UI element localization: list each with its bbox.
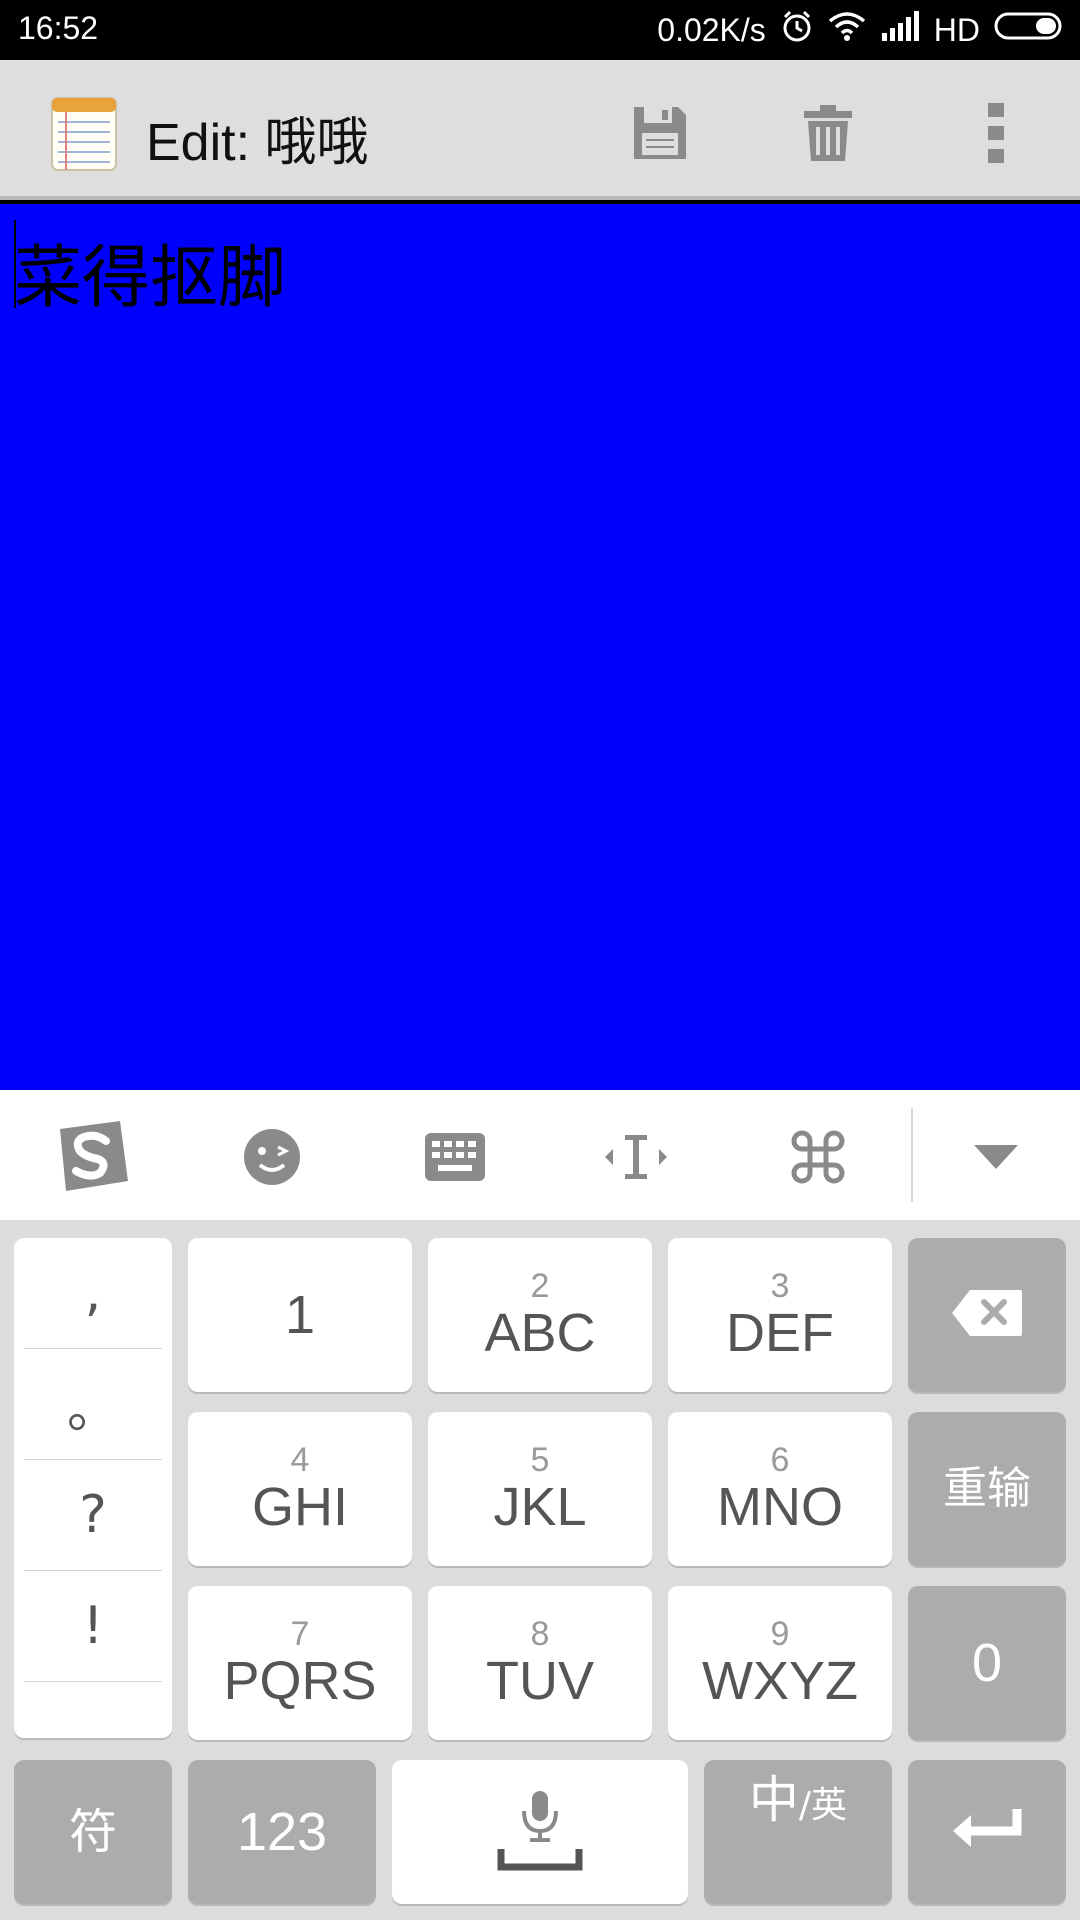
backspace-button[interactable] <box>908 1238 1066 1392</box>
alarm-icon <box>780 9 814 51</box>
t9-keyboard: , 。 ? ! 1 2 ABC 3 DEF 4 GHI 5 JKL 6 MNO … <box>0 1220 1080 1920</box>
key-6[interactable]: 6 MNO <box>668 1412 892 1566</box>
key-3[interactable]: 3 DEF <box>668 1238 892 1392</box>
reinput-button[interactable]: 重输 <box>908 1412 1066 1566</box>
punct-period-key[interactable]: 。 <box>24 1349 162 1460</box>
key-5-label: JKL <box>493 1477 587 1537</box>
hd-label: HD <box>933 11 980 48</box>
enter-icon <box>949 1805 1025 1860</box>
lang-chinese-label: 中 <box>748 1771 799 1829</box>
key-4-label: GHI <box>251 1477 348 1537</box>
key-5[interactable]: 5 JKL <box>428 1412 652 1566</box>
net-speed: 0.02K/s <box>657 11 766 48</box>
app-bar: Edit: 哦哦 <box>0 60 1080 200</box>
lang-english-label: /英 <box>798 1785 848 1826</box>
key-9-number: 9 <box>770 1615 790 1653</box>
punct-question-key[interactable]: ? <box>24 1460 162 1571</box>
symbol-label: 符 <box>68 1804 117 1860</box>
note-text[interactable]: 菜得抠脚 <box>14 222 286 321</box>
emoji-icon[interactable] <box>230 1115 314 1199</box>
key-2[interactable]: 2 ABC <box>428 1238 652 1392</box>
language-toggle-button[interactable]: 中 /英 <box>704 1760 892 1904</box>
punct-exclaim-key[interactable]: ! <box>24 1571 162 1682</box>
save-icon <box>630 103 690 167</box>
keyboard-icon[interactable] <box>413 1115 497 1199</box>
toolbar-divider <box>911 1108 913 1202</box>
voice-space-button[interactable] <box>392 1760 688 1904</box>
key-8-number: 8 <box>530 1615 550 1653</box>
key-3-number: 3 <box>770 1267 790 1305</box>
save-button[interactable] <box>620 95 700 175</box>
symbol-button[interactable]: 符 <box>14 1760 172 1904</box>
note-editor[interactable]: 菜得抠脚 <box>0 204 1080 1090</box>
status-time: 16:52 <box>18 10 99 46</box>
overflow-menu-icon <box>986 101 1006 169</box>
collapse-icon[interactable] <box>954 1115 1038 1199</box>
key-4[interactable]: 4 GHI <box>188 1412 412 1566</box>
microphone-icon <box>495 1787 585 1878</box>
key-2-number: 2 <box>530 1267 550 1305</box>
key-7-label: PQRS <box>223 1651 377 1711</box>
status-right: 0.02K/s HD <box>657 8 1066 52</box>
key-7-number: 7 <box>290 1615 310 1653</box>
number-mode-button[interactable]: 123 <box>188 1760 376 1904</box>
wifi-icon <box>828 11 866 49</box>
cursor-move-icon[interactable] <box>594 1115 678 1199</box>
key-9-label: WXYZ <box>702 1651 858 1711</box>
key-1-label: 1 <box>284 1285 316 1345</box>
delete-icon <box>800 103 856 167</box>
keyboard-toolbar <box>0 1090 1080 1220</box>
number-mode-label: 123 <box>236 1802 328 1862</box>
key-1[interactable]: 1 <box>188 1238 412 1392</box>
key-9[interactable]: 9 WXYZ <box>668 1586 892 1740</box>
page-title: Edit: 哦哦 <box>146 114 369 172</box>
delete-button[interactable] <box>788 95 868 175</box>
key-8-label: TUV <box>486 1651 594 1711</box>
reinput-label: 重输 <box>943 1463 1031 1514</box>
key-5-number: 5 <box>530 1441 550 1479</box>
key-4-number: 4 <box>290 1441 310 1479</box>
punctuation-column[interactable]: , 。 ? ! <box>14 1238 172 1738</box>
key-0[interactable]: 0 <box>908 1586 1066 1740</box>
command-icon[interactable] <box>776 1115 860 1199</box>
key-6-label: MNO <box>717 1477 843 1537</box>
key-0-label: 0 <box>971 1633 1003 1693</box>
backspace-icon <box>950 1288 1024 1343</box>
notepad-icon[interactable] <box>50 94 118 172</box>
enter-button[interactable] <box>908 1760 1066 1904</box>
punct-comma-key[interactable]: , <box>24 1238 162 1349</box>
battery-icon <box>994 11 1066 49</box>
overflow-menu-button[interactable] <box>956 95 1036 175</box>
key-8[interactable]: 8 TUV <box>428 1586 652 1740</box>
key-6-number: 6 <box>770 1441 790 1479</box>
sogou-logo-icon[interactable] <box>50 1115 134 1199</box>
key-3-label: DEF <box>726 1303 834 1363</box>
key-7[interactable]: 7 PQRS <box>188 1586 412 1740</box>
key-2-label: ABC <box>484 1303 596 1363</box>
status-bar: 16:52 0.02K/s HD <box>0 0 1080 60</box>
signal-icon <box>880 11 920 49</box>
